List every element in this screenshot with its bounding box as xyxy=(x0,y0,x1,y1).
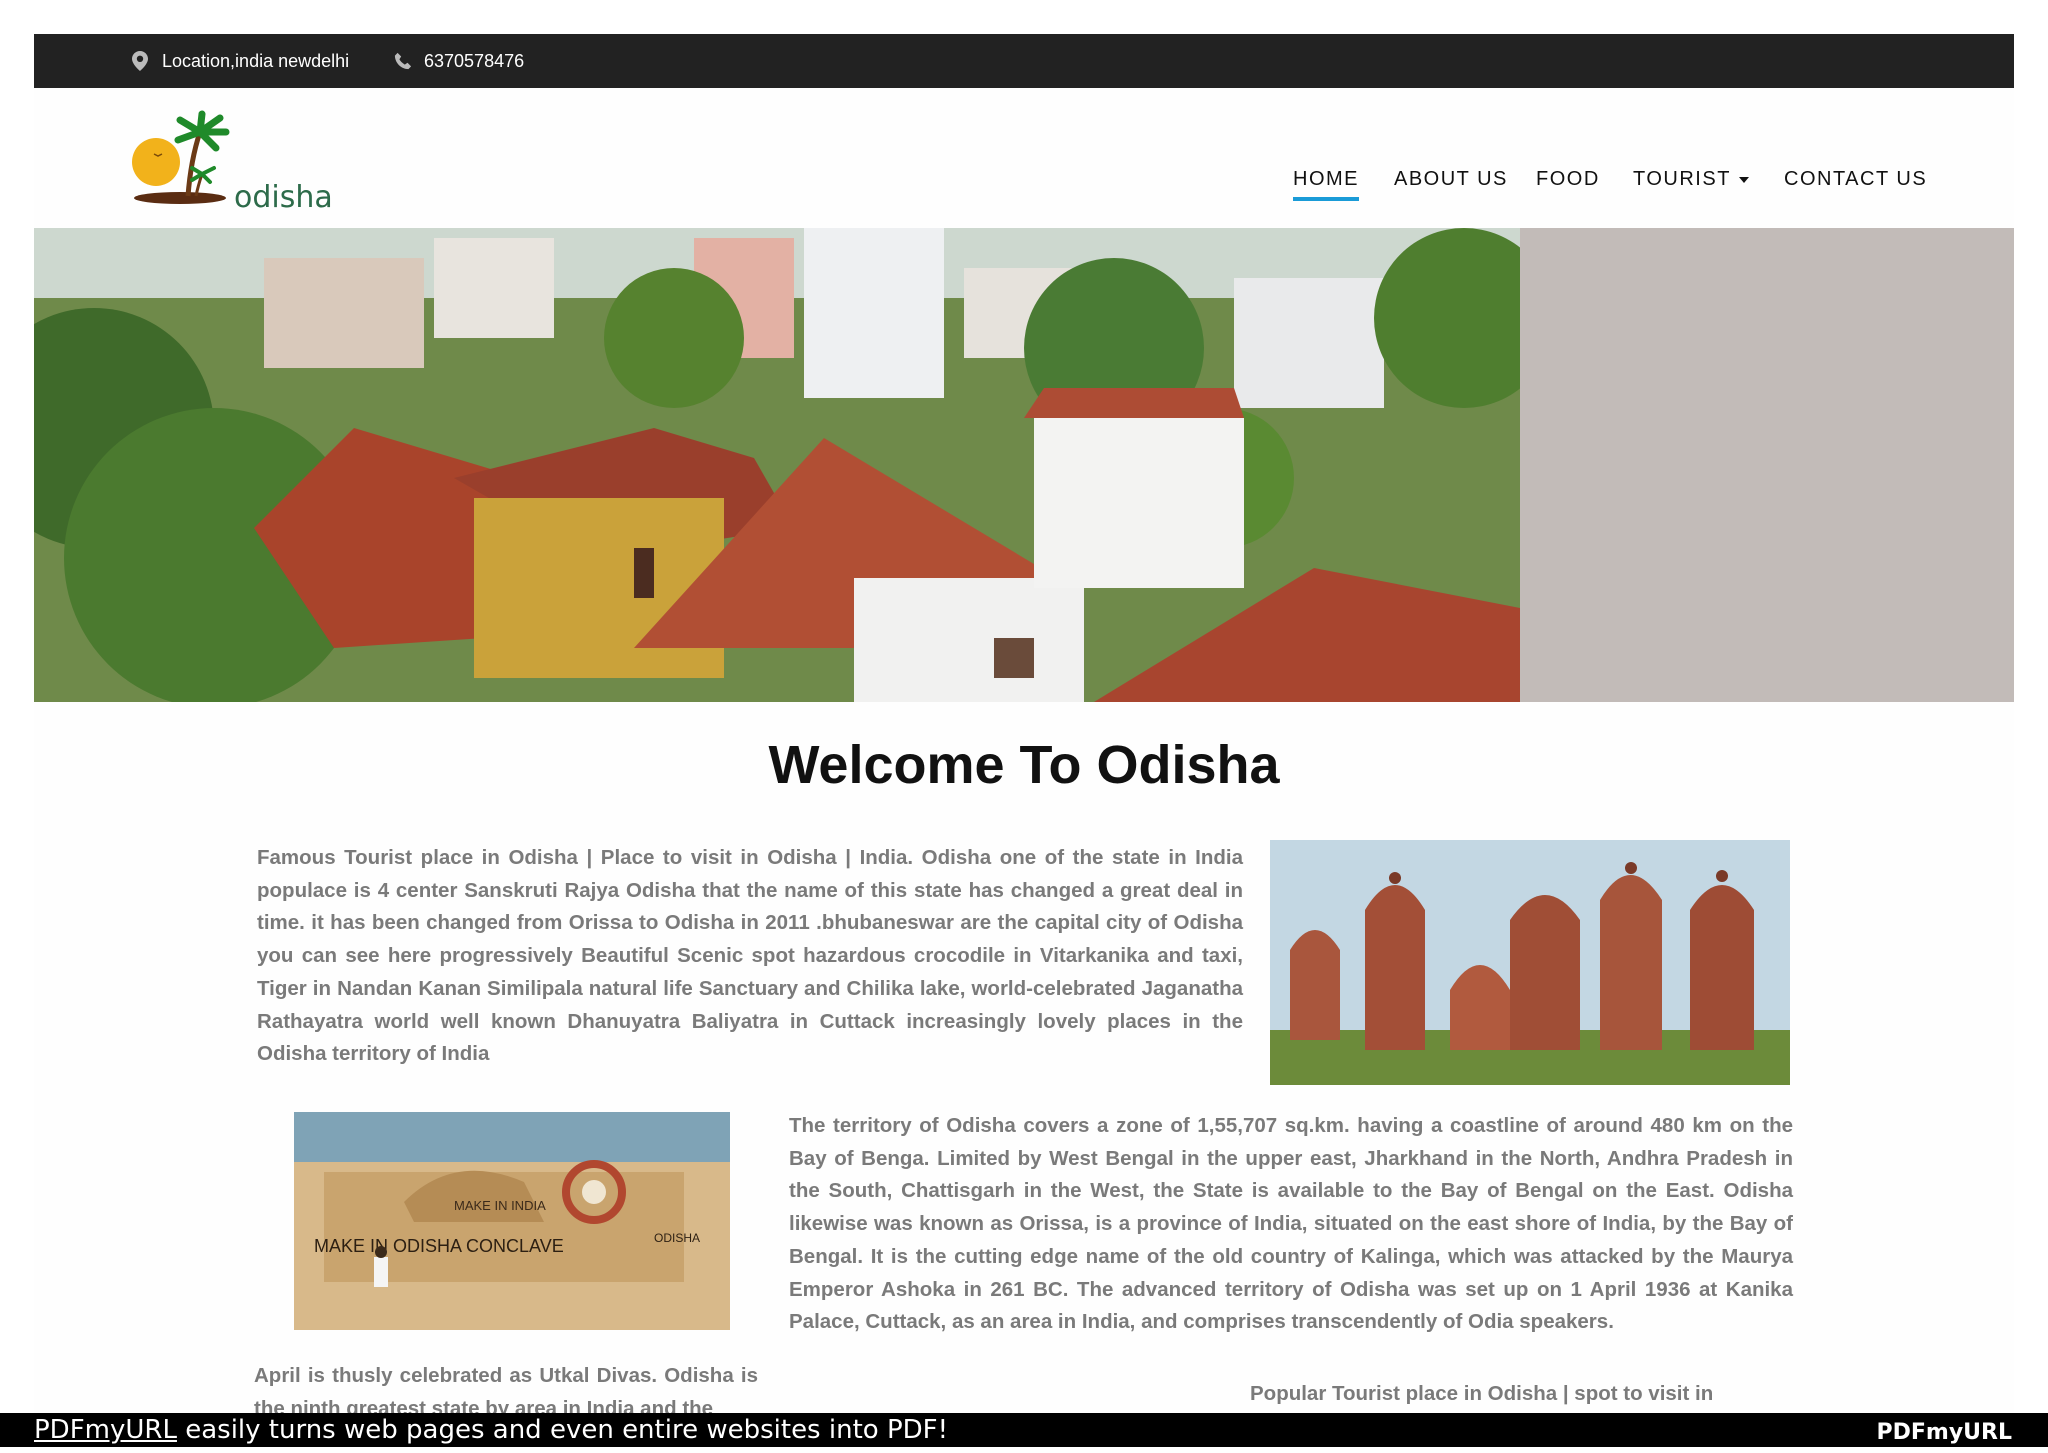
hero-village-image xyxy=(34,228,1520,702)
pdfmyurl-brand-logo: PDFmyURL xyxy=(1876,1420,2012,1445)
intro-paragraph: Famous Tourist place in Odisha | Place t… xyxy=(257,846,1243,1066)
nav-food[interactable]: FOOD xyxy=(1536,168,1600,191)
location-info: Location,india newdelhi xyxy=(132,34,349,88)
pdfmyurl-link[interactable]: PDFmyURL xyxy=(34,1415,177,1445)
caret-down-icon xyxy=(1738,176,1749,183)
page: Location,india newdelhi 6370578476 odish… xyxy=(34,34,2014,1414)
phone-text[interactable]: 6370578476 xyxy=(424,51,524,72)
sand-art-image: MAKE IN INDIA MAKE IN ODISHA CONCLAVE OD… xyxy=(294,1112,730,1330)
territory-paragraph: The territory of Odisha covers a zone of… xyxy=(789,1114,1793,1334)
sand-text-odisha: ODISHA xyxy=(654,1231,700,1245)
top-bar: Location,india newdelhi 6370578476 xyxy=(34,34,2014,88)
footer-caption: easily turns web pages and even entire w… xyxy=(176,1415,949,1445)
nav-home[interactable]: HOME xyxy=(1293,168,1359,201)
nav-about-us[interactable]: ABOUT US xyxy=(1394,168,1508,191)
pdf-footer-bar: PDFmyURL easily turns web pages and even… xyxy=(0,1413,2048,1447)
hero-banner xyxy=(34,228,2014,702)
nav-contact-us[interactable]: CONTACT US xyxy=(1784,168,1927,191)
sand-text-conclave: MAKE IN ODISHA CONCLAVE xyxy=(314,1236,564,1256)
popular-tourist-paragraph: Popular Tourist place in Odisha | spot t… xyxy=(1250,1382,1714,1405)
temple-image xyxy=(1270,840,1790,1085)
nav-tourist-label: TOURIST xyxy=(1633,168,1731,190)
phone-icon xyxy=(394,51,412,71)
location-text: Location,india newdelhi xyxy=(162,50,350,71)
footer-text: PDFmyURL easily turns web pages and even… xyxy=(34,1413,948,1447)
page-title: Welcome To Odisha xyxy=(768,735,1280,795)
map-pin-icon xyxy=(132,51,150,71)
logo-text: odisha xyxy=(234,180,333,215)
sand-text-make-in-india: MAKE IN INDIA xyxy=(454,1198,546,1213)
nav-tourist[interactable]: TOURIST xyxy=(1633,168,1749,191)
utkal-divas-paragraph: April is thusly celebrated as Utkal Diva… xyxy=(254,1364,758,1414)
phone-info: 6370578476 xyxy=(394,34,524,88)
